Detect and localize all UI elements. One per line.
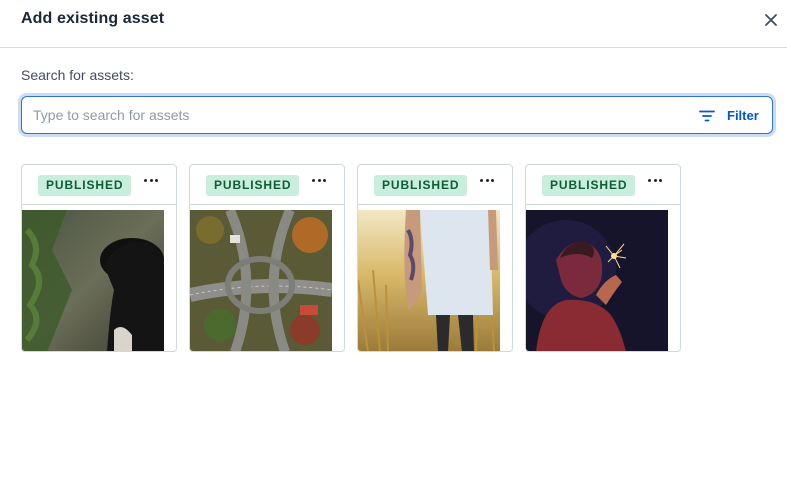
woman-in-hat-photo xyxy=(22,210,164,351)
more-icon[interactable] xyxy=(310,173,328,187)
asset-thumbnail[interactable] xyxy=(22,210,164,351)
search-input[interactable] xyxy=(33,97,673,133)
asset-card-header: PUBLISHED xyxy=(190,165,344,205)
asset-thumbnail[interactable] xyxy=(358,210,500,351)
sparkler-man-photo xyxy=(526,210,668,351)
asset-card[interactable]: PUBLISHED xyxy=(525,164,681,352)
asset-card-header: PUBLISHED xyxy=(358,165,512,205)
asset-card[interactable]: PUBLISHED xyxy=(357,164,513,352)
asset-card[interactable]: PUBLISHED xyxy=(189,164,345,352)
search-box: Filter xyxy=(21,96,773,134)
modal-header: Add existing asset xyxy=(0,0,787,48)
more-icon[interactable] xyxy=(142,173,160,187)
filter-label: Filter xyxy=(727,107,759,123)
status-badge: PUBLISHED xyxy=(542,175,636,196)
asset-card-header: PUBLISHED xyxy=(22,165,176,205)
status-badge: PUBLISHED xyxy=(374,175,468,196)
asset-card[interactable]: PUBLISHED xyxy=(21,164,177,352)
asset-thumbnail[interactable] xyxy=(190,210,332,351)
filter-button[interactable]: Filter xyxy=(699,103,767,127)
aerial-highway-photo xyxy=(190,210,332,351)
status-badge: PUBLISHED xyxy=(206,175,300,196)
search-label: Search for assets: xyxy=(21,67,134,83)
asset-card-header: PUBLISHED xyxy=(526,165,680,205)
more-icon[interactable] xyxy=(478,173,496,187)
tattooed-person-field-photo xyxy=(358,210,500,351)
status-badge: PUBLISHED xyxy=(38,175,132,196)
more-icon[interactable] xyxy=(646,173,664,187)
modal-title: Add existing asset xyxy=(21,10,165,27)
asset-thumbnail[interactable] xyxy=(526,210,668,351)
filter-icon xyxy=(699,109,715,122)
close-icon[interactable] xyxy=(762,11,780,29)
